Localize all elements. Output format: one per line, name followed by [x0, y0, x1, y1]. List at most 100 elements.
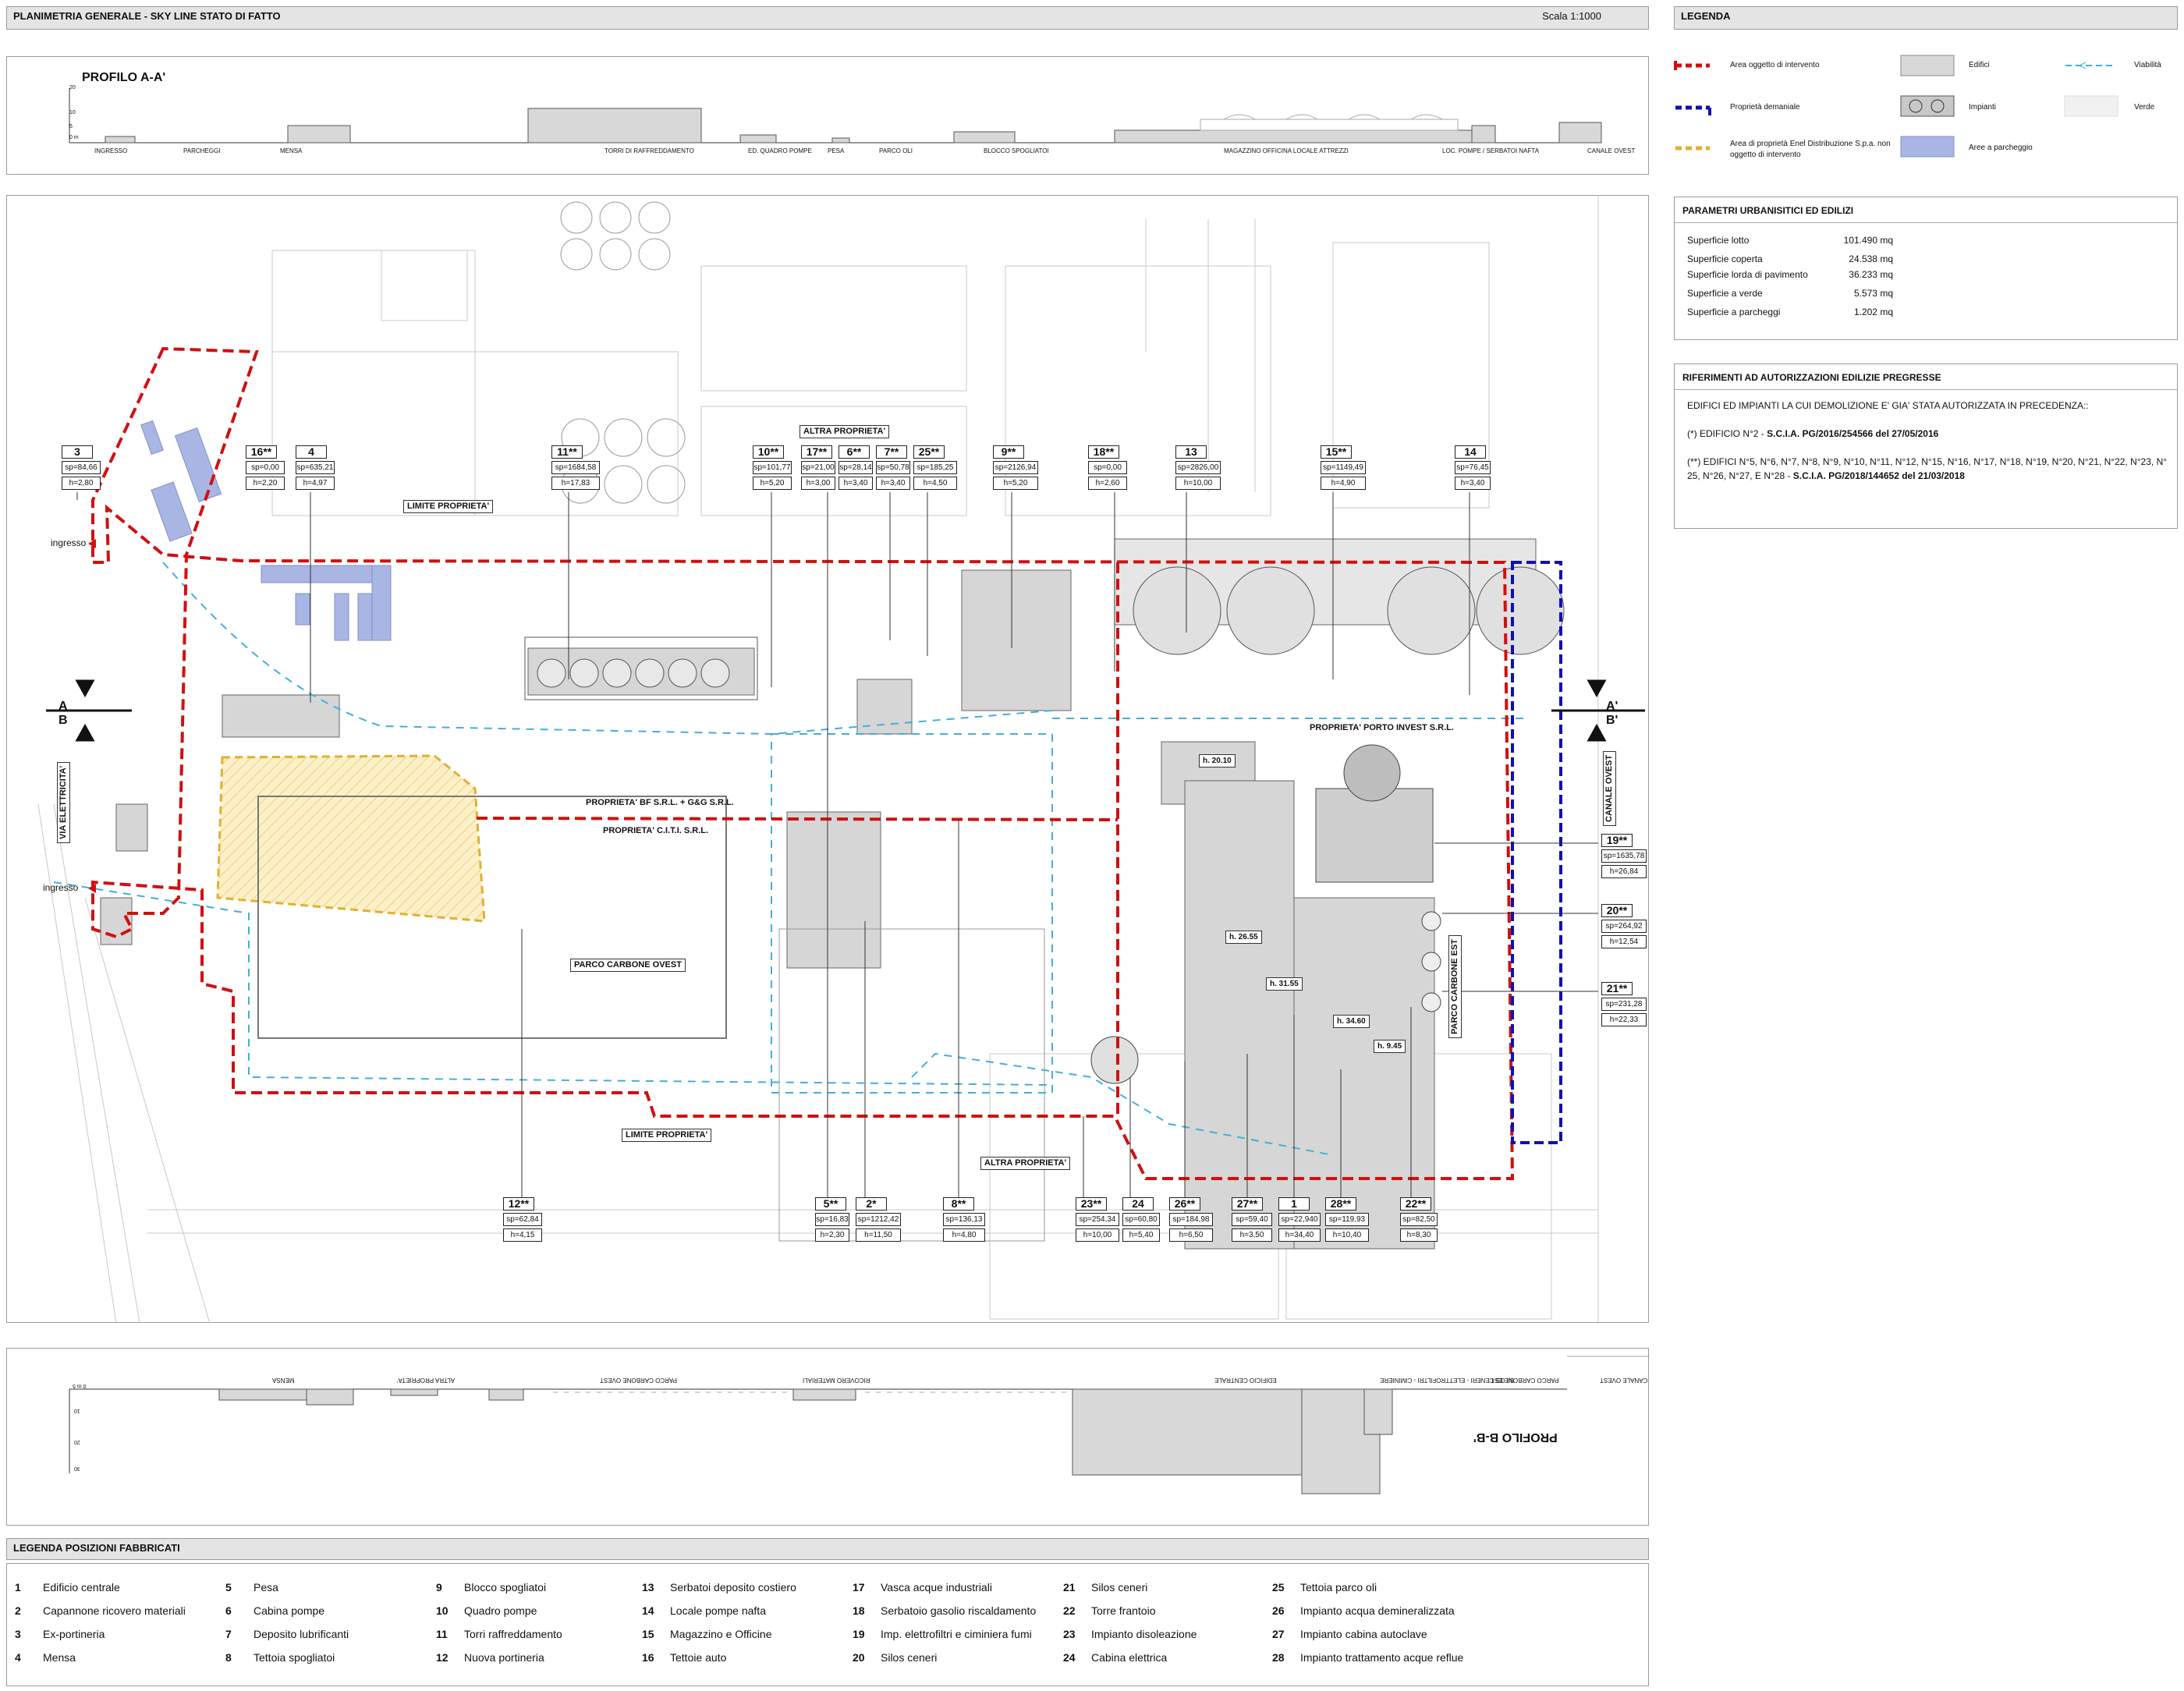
position-label: Impianto acqua demineralizzata	[1300, 1604, 1455, 1617]
tag-h: h=10,40	[1325, 1228, 1369, 1242]
profile-a-label: MENSA	[280, 147, 303, 154]
tag-h: h=10,00	[1076, 1228, 1119, 1242]
drawing-title: PLANIMETRIA GENERALE - SKY LINE STATO DI…	[13, 10, 281, 22]
position-item: 25 Tettoia parco oli	[1272, 1581, 1377, 1594]
tag-h: h=3,40	[876, 477, 910, 490]
tag-number: 8**	[943, 1197, 974, 1211]
tag-h: h=3,40	[838, 477, 873, 490]
tag-sp: sp=184,98	[1169, 1213, 1213, 1226]
profile-a-label: PARCHEGGI	[183, 147, 221, 154]
building-tag: 12** sp=62,84 h=4,15	[503, 1197, 542, 1242]
legend-symbol-yellow-hatch	[1675, 146, 1710, 151]
position-item: 13 Serbatoi deposito costiero	[642, 1581, 796, 1594]
position-number: 23	[1063, 1628, 1076, 1640]
building-tag: 25** sp=185,25 h=4,50	[913, 445, 957, 490]
building-tag: 23** sp=254,34 h=10,00	[1076, 1197, 1119, 1242]
tag-number: 11**	[551, 445, 583, 459]
position-label: Blocco spogliatoi	[464, 1581, 547, 1594]
position-item: 11 Torri raffreddamento	[436, 1628, 562, 1640]
legend-symbol-blue-line	[1675, 105, 1711, 115]
profile-b-title: PROFILO B-B'	[1473, 1430, 1558, 1444]
legend-symbol-plant-fill	[1900, 95, 1955, 117]
tag-h: h=17,83	[551, 477, 600, 490]
position-number: 20	[853, 1651, 865, 1664]
tag-h: h=5,40	[1122, 1228, 1160, 1242]
tag-number: 27**	[1232, 1197, 1263, 1211]
position-label: Tettoie auto	[670, 1651, 727, 1664]
legend-symbol-red-line	[1674, 61, 1710, 70]
tag-h: h=10,00	[1175, 477, 1221, 490]
position-label: Locale pompe nafta	[670, 1604, 766, 1617]
legend-header: LEGENDA	[1674, 6, 2178, 30]
building-tag: 7** sp=50,78 h=3,40	[876, 445, 910, 490]
position-item: 23 Impianto disoleazione	[1063, 1628, 1197, 1640]
tag-number: 9**	[993, 445, 1024, 459]
position-label: Serbatoi deposito costiero	[670, 1581, 796, 1594]
building-tag: 20** sp=264,92 h=12,54	[1601, 904, 1647, 948]
altra-proprieta-top: ALTRA PROPRIETA'	[800, 425, 890, 438]
via-elettricita-label: VIA ELETTRICITA'	[57, 761, 70, 843]
position-item: 9 Blocco spogliatoi	[436, 1581, 546, 1594]
tag-number: 16**	[246, 445, 277, 459]
building-tag: 4 sp=635,21 h=4,97	[296, 445, 335, 490]
tag-number: 12**	[503, 1197, 534, 1211]
references-p1-ref: S.C.I.A. PG/2016/254566 del 27/05/2016	[1767, 428, 1939, 439]
references-intro: EDIFICI ED IMPIANTI LA CUI DEMOLIZIONE E…	[1687, 400, 2089, 411]
tag-number: 26**	[1169, 1197, 1200, 1211]
tag-h: h=22,33	[1601, 1013, 1647, 1026]
profile-b-tick: 30	[74, 1466, 80, 1471]
profile-a-drawing	[69, 88, 1602, 144]
tag-h: h=11,50	[856, 1228, 901, 1242]
tag-h: h=3,50	[1232, 1228, 1272, 1242]
building-tag: 16** sp=0,00 h=2,20	[246, 445, 285, 490]
tag-h: h=8,30	[1400, 1228, 1438, 1242]
references-panel: RIFERIMENTI AD AUTORIZZAZIONI EDILIZIE P…	[1674, 363, 2178, 529]
position-item: 10 Quadro pompe	[436, 1604, 537, 1617]
position-number: 28	[1272, 1651, 1285, 1664]
tag-sp: sp=76,45	[1455, 461, 1491, 474]
position-item: 4 Mensa	[15, 1651, 76, 1664]
references-p2: (**) EDIFICI N°5, N°6, N°7, N°8, N°9, N°…	[1687, 455, 2171, 483]
profile-a-title: PROFILO A-A'	[82, 71, 166, 84]
position-item: 12 Nuova portineria	[436, 1651, 544, 1664]
tag-number: 10**	[753, 445, 784, 459]
profile-a-tick: 0 m	[69, 135, 79, 140]
position-label: Edificio centrale	[43, 1581, 120, 1594]
building-tag: 5** sp=16,83 h=2,30	[815, 1197, 849, 1242]
position-number: 19	[853, 1628, 865, 1640]
position-label: Capannone ricovero materiali	[43, 1604, 186, 1617]
canale-ovest-label: CANALE OVEST	[1603, 750, 1616, 826]
building-tag: 3 sp=84,66 h=2,80	[62, 445, 101, 490]
profile-b-label: ALTRA PROPRIETA'	[397, 1377, 456, 1384]
tag-h: h=5,20	[993, 477, 1038, 490]
position-label: Deposito lubrificanti	[254, 1628, 349, 1640]
legend-label: Edifici	[1969, 61, 1990, 69]
tag-sp: sp=635,21	[296, 461, 335, 474]
position-number: 3	[15, 1628, 21, 1640]
tag-number: 13	[1175, 445, 1207, 459]
tag-number: 14	[1455, 445, 1486, 459]
tag-h: h=2,80	[62, 477, 101, 490]
tag-h: h=4,80	[943, 1228, 985, 1242]
tag-number: 20**	[1601, 904, 1633, 917]
legend-label: Verde	[2134, 103, 2155, 112]
building-tag: 11** sp=1684,58 h=17,83	[551, 445, 600, 490]
altra-proprieta-bottom: ALTRA PROPRIETA'	[980, 1157, 1071, 1170]
height-label: h. 34.60	[1333, 1015, 1370, 1028]
param-value: 24.538 mq	[1849, 253, 1893, 264]
position-label: Pesa	[254, 1581, 278, 1594]
profile-b-label: CANALE OVEST	[1600, 1377, 1648, 1384]
position-number: 1	[15, 1581, 21, 1594]
profile-b-label: RICOVERO MATERIALI	[803, 1377, 870, 1384]
position-number: 12	[436, 1651, 448, 1664]
position-label: Torri raffreddamento	[464, 1628, 562, 1640]
legend-panel: Area oggetto di intervento Proprietà dem…	[1674, 48, 2178, 173]
title-bar: PLANIMETRIA GENERALE - SKY LINE STATO DI…	[6, 6, 1649, 30]
position-number: 5	[225, 1581, 232, 1594]
ingresso-label-bottom: ingresso	[43, 882, 79, 893]
position-item: 16 Tettoie auto	[642, 1651, 726, 1664]
tag-number: 2*	[856, 1197, 887, 1211]
tag-h: h=2,20	[246, 477, 285, 490]
section-a-right: A'	[1606, 700, 1618, 713]
position-number: 21	[1063, 1581, 1076, 1594]
